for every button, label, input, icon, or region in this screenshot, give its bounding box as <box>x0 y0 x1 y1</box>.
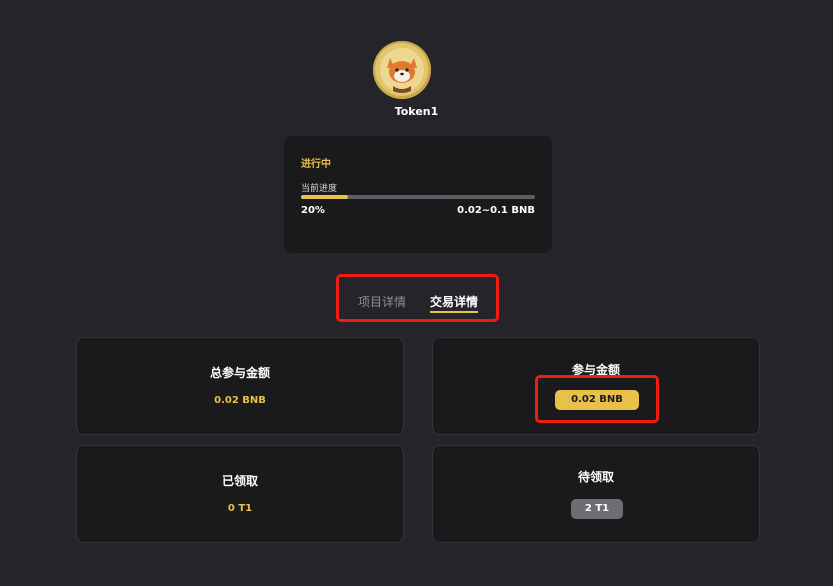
participation-value-highlight-box <box>535 375 659 423</box>
claimed-card: 已领取 0 T1 <box>76 445 404 543</box>
claimed-value: 0 T1 <box>227 503 253 514</box>
tab-project-details[interactable]: 项目详情 <box>358 293 406 310</box>
pending-claim-value-pill[interactable]: 2 T1 <box>571 499 623 519</box>
progress-bar-fill <box>301 195 348 199</box>
progress-percent: 20% <box>301 205 325 216</box>
total-participation-card: 总参与金额 0.02 BNB <box>76 337 404 435</box>
total-participation-value: 0.02 BNB <box>214 395 266 406</box>
token-name: Token1 <box>394 105 439 118</box>
token-avatar <box>373 41 431 99</box>
progress-bar <box>301 195 535 199</box>
pending-claim-title: 待领取 <box>577 470 614 484</box>
pending-claim-card: 待领取 2 T1 <box>432 445 760 543</box>
progress-card: 进行中 当前进度 20% 0.02~0.1 BNB <box>284 136 552 253</box>
total-participation-title: 总参与金额 <box>209 366 270 380</box>
progress-caption: 当前进度 <box>301 184 338 194</box>
tab-trade-details[interactable]: 交易详情 <box>430 293 478 310</box>
participation-range: 0.02~0.1 BNB <box>457 205 535 216</box>
active-tab-underline <box>430 311 478 313</box>
shiba-dog-coin-icon <box>376 44 428 96</box>
status-label: 进行中 <box>301 159 331 170</box>
claimed-title: 已领取 <box>221 474 258 488</box>
